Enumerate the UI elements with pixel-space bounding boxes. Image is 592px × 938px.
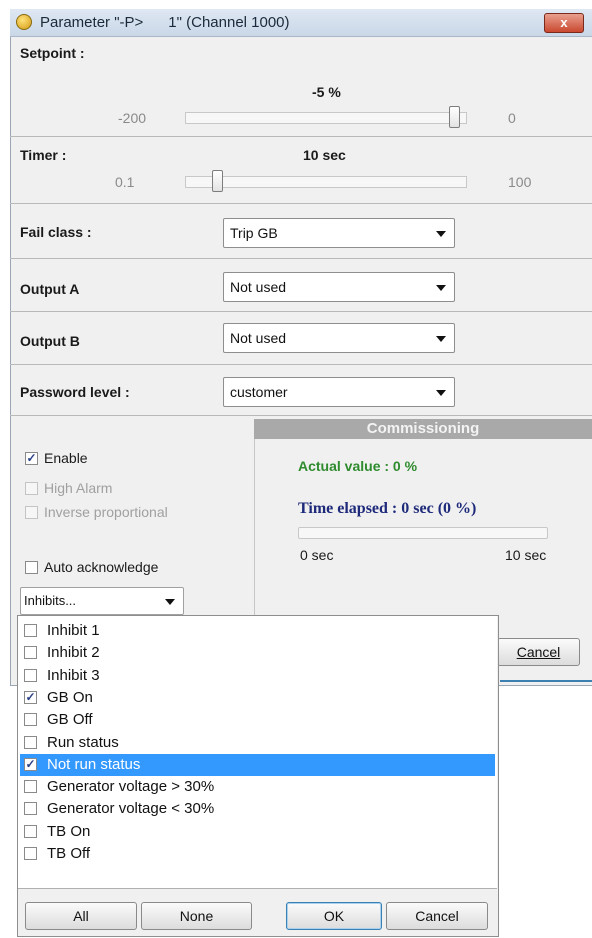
list-item[interactable]: ✓ GB On [20,687,495,709]
list-item[interactable]: Run status [20,732,495,754]
checkmark-icon: ✓ [26,451,37,465]
timer-label: Timer : [20,147,67,163]
output-a-label: Output A [20,281,80,297]
checkmark-icon: ✓ [25,756,36,771]
output-a-select[interactable]: Not used [223,272,455,302]
inhibits-select[interactable]: Inhibits... [20,587,184,615]
high-alarm-label: High Alarm [44,480,113,496]
parameter-icon [16,14,32,30]
close-button[interactable]: x [544,13,584,33]
dialog-cancel-label: Cancel [516,644,561,660]
fail-class-value: Trip GB [230,225,278,241]
list-item[interactable]: Inhibit 3 [20,665,495,687]
list-item-checkbox[interactable] [24,847,37,860]
time-progress-bar [298,527,548,539]
list-item[interactable]: TB On [20,821,495,843]
list-item-checkbox[interactable] [24,646,37,660]
list-item[interactable]: Inhibit 1 [20,620,495,642]
chevron-down-icon [165,599,175,605]
timer-max: 100 [508,174,532,190]
list-item-label: GB On [47,688,93,706]
timer-value: 10 sec [303,147,346,163]
output-b-label: Output B [20,333,80,349]
list-item-checkbox[interactable] [24,668,37,682]
divider [10,311,592,312]
output-b-select[interactable]: Not used [223,323,455,353]
list-item-label: Not run status [47,755,141,773]
time-elapsed: Time elapsed : 0 sec (0 %) [298,500,477,517]
list-item-label: Inhibit 1 [47,622,100,639]
progress-end-label: 10 sec [505,547,547,563]
inverse-proportional-label: Inverse proportional [44,504,168,520]
list-item-label: TB On [47,822,91,840]
list-item-checkbox[interactable] [24,802,37,816]
password-level-value: customer [230,384,288,400]
list-item[interactable]: ✓ Not run status [20,753,495,776]
timer-slider-track[interactable] [185,176,467,188]
list-item[interactable]: Generator voltage < 30% [20,798,495,820]
list-item-label: Generator voltage > 30% [47,778,215,796]
list-item-label: Run status [47,733,119,751]
progress-start-label: 0 sec [300,547,334,563]
none-button[interactable]: None [141,902,252,930]
list-item-label: GB Off [47,711,93,729]
list-item[interactable]: Generator voltage > 30% [20,776,495,798]
list-item-checkbox[interactable]: ✓ [24,756,37,771]
high-alarm-checkbox[interactable] [25,482,38,495]
auto-acknowledge-label: Auto acknowledge [44,559,159,575]
list-item-checkbox[interactable] [24,780,37,794]
inhibits-list: Inhibit 1 Inhibit 2 Inhibit 3 ✓ GB On GB Off R… [18,616,497,889]
setpoint-label: Setpoint : [20,45,85,61]
chevron-down-icon [436,390,446,396]
enable-checkbox[interactable]: ✓ [25,452,38,465]
list-item[interactable]: TB Off [20,843,495,865]
password-level-select[interactable]: customer [223,377,455,407]
chevron-down-icon [436,285,446,291]
fail-class-label: Fail class : [20,224,92,240]
dialog-cancel-button[interactable]: Cancel [497,638,580,666]
fail-class-select[interactable]: Trip GB [223,218,455,248]
setpoint-max: 0 [508,110,516,126]
window-title: Parameter "-P> 1" (Channel 1000) [40,14,290,31]
inhibits-select-value: Inhibits... [24,593,77,608]
window-edge [500,680,592,682]
popup-cancel-button[interactable]: Cancel [386,902,488,930]
commissioning-header: Commissioning [254,419,592,439]
divider [10,364,592,365]
setpoint-min: -200 [118,110,147,126]
timer-slider-thumb[interactable] [212,170,224,192]
divider [10,203,592,204]
enable-label: Enable [44,450,88,466]
list-item-checkbox[interactable] [24,824,37,838]
list-item-label: Generator voltage < 30% [47,800,215,818]
title-bar[interactable]: Parameter "-P> 1" (Channel 1000) x [10,9,592,37]
setpoint-value: -5 % [312,84,341,100]
list-item[interactable]: Inhibit 2 [20,642,495,664]
auto-acknowledge-checkbox[interactable] [25,561,38,574]
chevron-down-icon [436,231,446,237]
setpoint-slider-thumb[interactable] [449,106,461,128]
list-item-checkbox[interactable] [24,624,37,637]
divider [10,136,592,137]
output-a-value: Not used [230,279,287,295]
list-item[interactable]: GB Off [20,709,495,731]
list-item-checkbox[interactable] [24,713,37,727]
all-button[interactable]: All [25,902,137,930]
divider [10,415,592,416]
actual-value: Actual value : 0 % [298,458,418,474]
inverse-proportional-checkbox[interactable] [25,506,38,519]
checkmark-icon: ✓ [25,689,36,704]
list-item-checkbox[interactable] [24,735,37,749]
divider [10,258,592,259]
output-b-value: Not used [230,330,287,346]
timer-min: 0.1 [115,174,135,190]
setpoint-slider-track[interactable] [185,112,467,124]
password-level-label: Password level : [20,384,130,400]
ok-button[interactable]: OK [286,902,382,930]
list-item-label: TB Off [47,845,91,862]
chevron-down-icon [436,336,446,342]
list-item-label: Inhibit 3 [47,666,100,684]
list-item-label: Inhibit 2 [47,644,100,662]
list-item-checkbox[interactable]: ✓ [24,689,37,704]
